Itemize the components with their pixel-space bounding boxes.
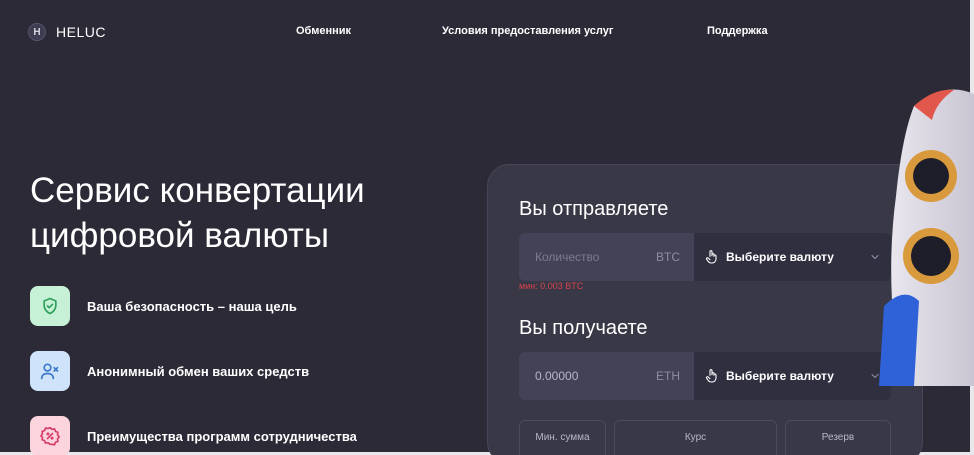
feature-label: Анонимный обмен ваших средств bbox=[87, 363, 310, 379]
send-currency-code: BTC bbox=[656, 250, 680, 264]
receive-select-label: Выберите валюту bbox=[726, 369, 834, 383]
hero-title-line1: Сервис конвертации bbox=[30, 171, 365, 210]
percent-badge-icon bbox=[30, 416, 70, 455]
info-reserve: Резерв bbox=[785, 420, 891, 455]
send-amount-box: BTC bbox=[519, 233, 694, 281]
logo-badge: H bbox=[28, 23, 46, 41]
receive-amount-box: 0.00000 ETH bbox=[519, 352, 694, 400]
hero-title: Сервис конвертации цифровой валюты bbox=[30, 168, 460, 258]
send-row: BTC Выберите валюту bbox=[519, 233, 891, 281]
hero-title-line2: цифровой валюты bbox=[30, 216, 330, 255]
send-currency-select[interactable]: Выберите валюту bbox=[694, 233, 891, 281]
logo[interactable]: H HELUC bbox=[28, 23, 106, 41]
feature-anonymous: Анонимный обмен ваших средств bbox=[30, 351, 309, 391]
receive-currency-code: ETH bbox=[656, 369, 680, 383]
exchange-card: Вы отправляете BTC Выберите валюту мин: … bbox=[487, 164, 923, 455]
info-rate-label: Курс bbox=[684, 432, 707, 443]
logo-text: HELUC bbox=[56, 24, 106, 40]
feature-security: Ваша безопасность – наша цель bbox=[30, 286, 297, 326]
send-select-label: Выберите валюту bbox=[726, 250, 834, 264]
nav-link-terms[interactable]: Условия предоставления услуг bbox=[442, 25, 613, 37]
nav-link-support[interactable]: Поддержка bbox=[707, 25, 768, 37]
user-x-icon bbox=[30, 351, 70, 391]
send-section-title: Вы отправляете bbox=[519, 198, 669, 220]
send-amount-input[interactable] bbox=[535, 250, 635, 264]
feature-label: Преимущества программ сотрудничества bbox=[87, 428, 357, 444]
info-min-sum-label: Мин. сумма bbox=[535, 432, 590, 443]
rocket-illustration bbox=[879, 89, 974, 386]
info-min-sum: Мин. сумма bbox=[519, 420, 606, 455]
receive-row: 0.00000 ETH Выберите валюту bbox=[519, 352, 891, 400]
info-rate: Курс bbox=[614, 420, 777, 455]
feature-label: Ваша безопасность – наша цель bbox=[87, 298, 297, 314]
receive-section-title: Вы получаете bbox=[519, 317, 648, 339]
feature-partnership: Преимущества программ сотрудничества bbox=[30, 416, 357, 455]
nav-link-exchanger[interactable]: Обменник bbox=[296, 25, 351, 37]
receive-amount-value[interactable]: 0.00000 bbox=[535, 369, 635, 383]
site-header: H HELUC Обменник Условия предоставления … bbox=[0, 0, 974, 62]
min-amount-note: мин: 0.003 BTC bbox=[519, 281, 584, 291]
hand-pointer-icon bbox=[705, 369, 717, 383]
hand-pointer-icon bbox=[705, 250, 717, 264]
shield-check-icon bbox=[30, 286, 70, 326]
receive-currency-select[interactable]: Выберите валюту bbox=[694, 352, 891, 400]
info-reserve-label: Резерв bbox=[821, 432, 855, 443]
